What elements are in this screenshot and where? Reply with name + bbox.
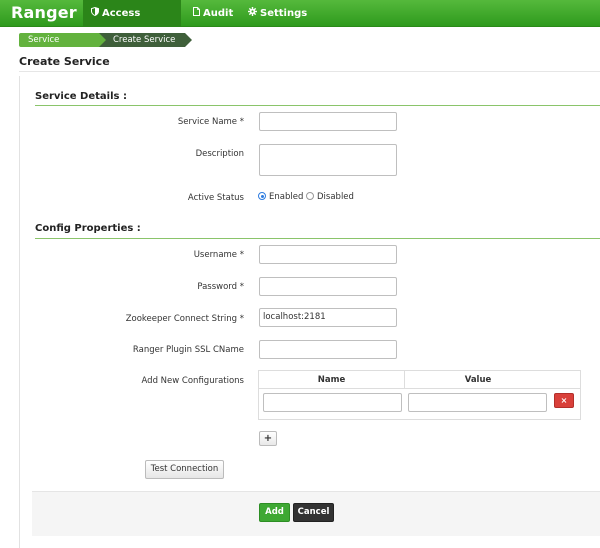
password-label: Password *	[197, 282, 244, 292]
page-title: Create Service	[19, 55, 110, 68]
section-divider	[35, 238, 600, 239]
column-header-name: Name	[259, 371, 405, 389]
ssl-cname-label: Ranger Plugin SSL CName	[132, 345, 244, 355]
divider	[19, 71, 600, 72]
ssl-cname-input[interactable]	[259, 340, 397, 359]
test-connection-button[interactable]: Test Connection	[145, 460, 224, 479]
brand-logo[interactable]: Ranger	[11, 3, 77, 22]
zookeeper-label: Zookeeper Connect String *	[125, 314, 244, 324]
config-name-input[interactable]	[263, 393, 402, 412]
service-details-title: Service Details :	[35, 91, 127, 102]
add-button[interactable]: Add	[259, 503, 290, 522]
delete-row-button[interactable]: ×	[554, 393, 574, 408]
service-name-input[interactable]	[259, 112, 397, 131]
description-textarea[interactable]	[259, 144, 397, 176]
config-table-header: Name Value	[259, 371, 580, 389]
radio-disabled[interactable]	[306, 192, 314, 200]
file-icon	[193, 1, 200, 28]
status-enabled-option[interactable]: Enabled	[258, 192, 303, 202]
nav-audit[interactable]: Audit	[185, 0, 241, 27]
breadcrumb-create-service: Create Service	[99, 33, 192, 47]
nav-audit-label: Audit	[203, 8, 234, 19]
description-label: Description	[195, 149, 244, 159]
close-icon: ×	[560, 396, 568, 405]
cancel-button[interactable]: Cancel	[293, 503, 334, 522]
config-table: Name Value ×	[258, 370, 581, 420]
zookeeper-input[interactable]: localhost:2181	[259, 308, 397, 327]
status-disabled-label: Disabled	[317, 192, 354, 202]
plus-icon: +	[263, 433, 273, 444]
service-name-label: Service Name *	[177, 117, 244, 127]
nav-settings-label: Settings	[260, 8, 308, 19]
column-header-value: Value	[464, 375, 492, 385]
add-config-row-button[interactable]: +	[259, 431, 277, 446]
config-value-input[interactable]	[408, 393, 547, 412]
breadcrumb-service-manager[interactable]: Service Manager	[19, 33, 106, 59]
password-input[interactable]	[259, 277, 397, 296]
active-status-label: Active Status	[187, 193, 244, 203]
username-label: Username *	[193, 250, 244, 260]
top-navbar: Ranger Access Manager Audit Settings	[0, 0, 600, 47]
radio-enabled[interactable]	[258, 192, 266, 200]
status-enabled-label: Enabled	[269, 192, 304, 202]
add-new-config-label: Add New Configurations	[141, 376, 244, 386]
status-disabled-option[interactable]: Disabled	[306, 192, 354, 202]
config-properties-title: Config Properties :	[35, 223, 141, 234]
section-divider	[35, 105, 600, 106]
gear-icon	[248, 1, 257, 28]
nav-access-manager[interactable]: Access Manager	[83, 0, 181, 47]
nav-settings[interactable]: Settings	[240, 0, 315, 27]
username-input[interactable]	[259, 245, 397, 264]
shield-icon	[91, 1, 99, 28]
